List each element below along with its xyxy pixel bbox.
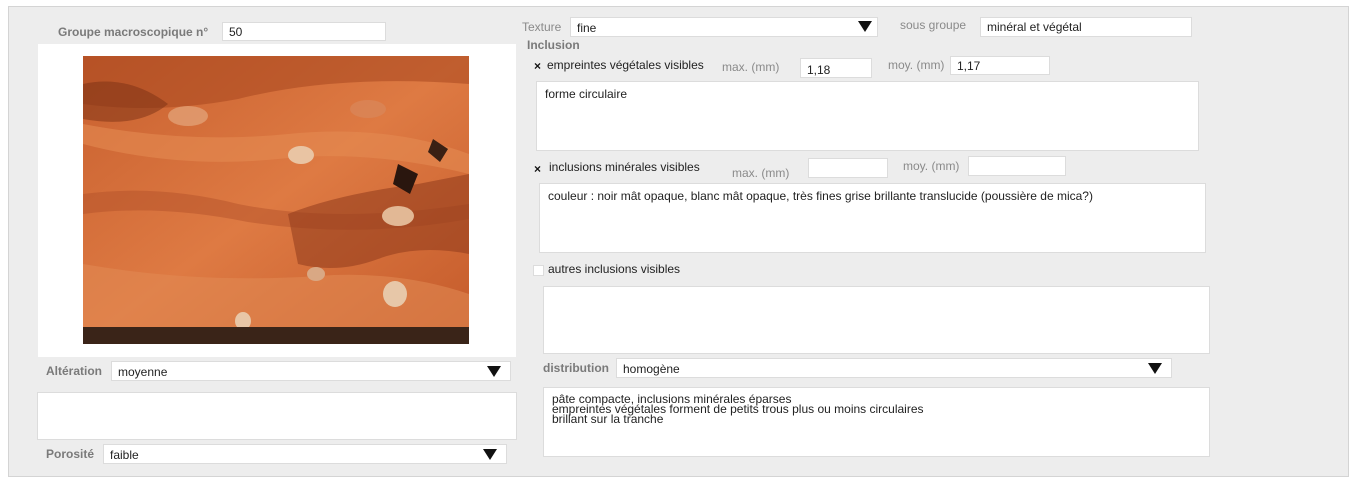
vegetal-moy-field[interactable]: 1,17 — [950, 56, 1050, 75]
mineral-moy-field[interactable] — [968, 156, 1066, 176]
ceramic-section-photo — [83, 56, 469, 344]
mineral-max-field[interactable] — [808, 158, 888, 178]
distribution-label: distribution — [543, 361, 609, 375]
autres-notes-field[interactable] — [543, 286, 1210, 354]
texture-dropdown-arrow-icon[interactable] — [858, 21, 872, 32]
texture-dropdown[interactable]: fine — [570, 17, 878, 37]
distribution-dropdown-arrow-icon[interactable] — [1148, 363, 1162, 374]
photo-panel — [38, 44, 516, 357]
autres-checkbox[interactable] — [533, 265, 544, 276]
vegetal-moy-label: moy. (mm) — [888, 58, 945, 72]
vegetal-max-field[interactable]: 1,18 — [800, 58, 872, 78]
groupe-number-field[interactable]: 50 — [222, 22, 386, 41]
mineral-max-label: max. (mm) — [732, 166, 790, 180]
alteration-dropdown[interactable]: moyenne — [111, 361, 511, 381]
mineral-label: inclusions minérales visibles — [549, 160, 700, 174]
mineral-checkbox[interactable]: × — [532, 163, 543, 175]
vegetal-max-label: max. (mm) — [722, 60, 780, 74]
porosite-dropdown[interactable]: faible — [103, 444, 507, 464]
vegetal-notes-field[interactable]: forme circulaire — [536, 81, 1199, 151]
alteration-notes-field[interactable] — [37, 392, 517, 440]
texture-label: Texture — [522, 20, 562, 34]
groupe-label: Groupe macroscopique n° — [58, 25, 209, 39]
porosite-label: Porosité — [46, 447, 95, 461]
alteration-value: moyenne — [118, 365, 168, 379]
sous-groupe-label: sous groupe — [900, 18, 967, 32]
mineral-notes-field[interactable]: couleur : noir mât opaque, blanc mât opa… — [539, 183, 1206, 253]
porosite-dropdown-arrow-icon[interactable] — [483, 449, 497, 460]
distribution-dropdown[interactable]: homogène — [616, 358, 1172, 378]
distribution-value: homogène — [623, 362, 680, 376]
texture-value: fine — [577, 21, 597, 35]
vegetal-label: empreintes végétales visibles — [547, 58, 704, 72]
sous-groupe-field[interactable]: minéral et végétal — [980, 17, 1192, 37]
distribution-notes-field[interactable]: pâte compacte, inclusions minérales épar… — [543, 387, 1210, 457]
vegetal-checkbox[interactable]: × — [532, 60, 543, 72]
porosite-value: faible — [110, 448, 139, 462]
alteration-dropdown-arrow-icon[interactable] — [487, 366, 501, 377]
mineral-moy-label: moy. (mm) — [903, 159, 960, 173]
alteration-label: Altération — [46, 364, 103, 378]
inclusion-heading: Inclusion — [527, 38, 580, 52]
autres-label: autres inclusions visibles — [548, 262, 681, 276]
